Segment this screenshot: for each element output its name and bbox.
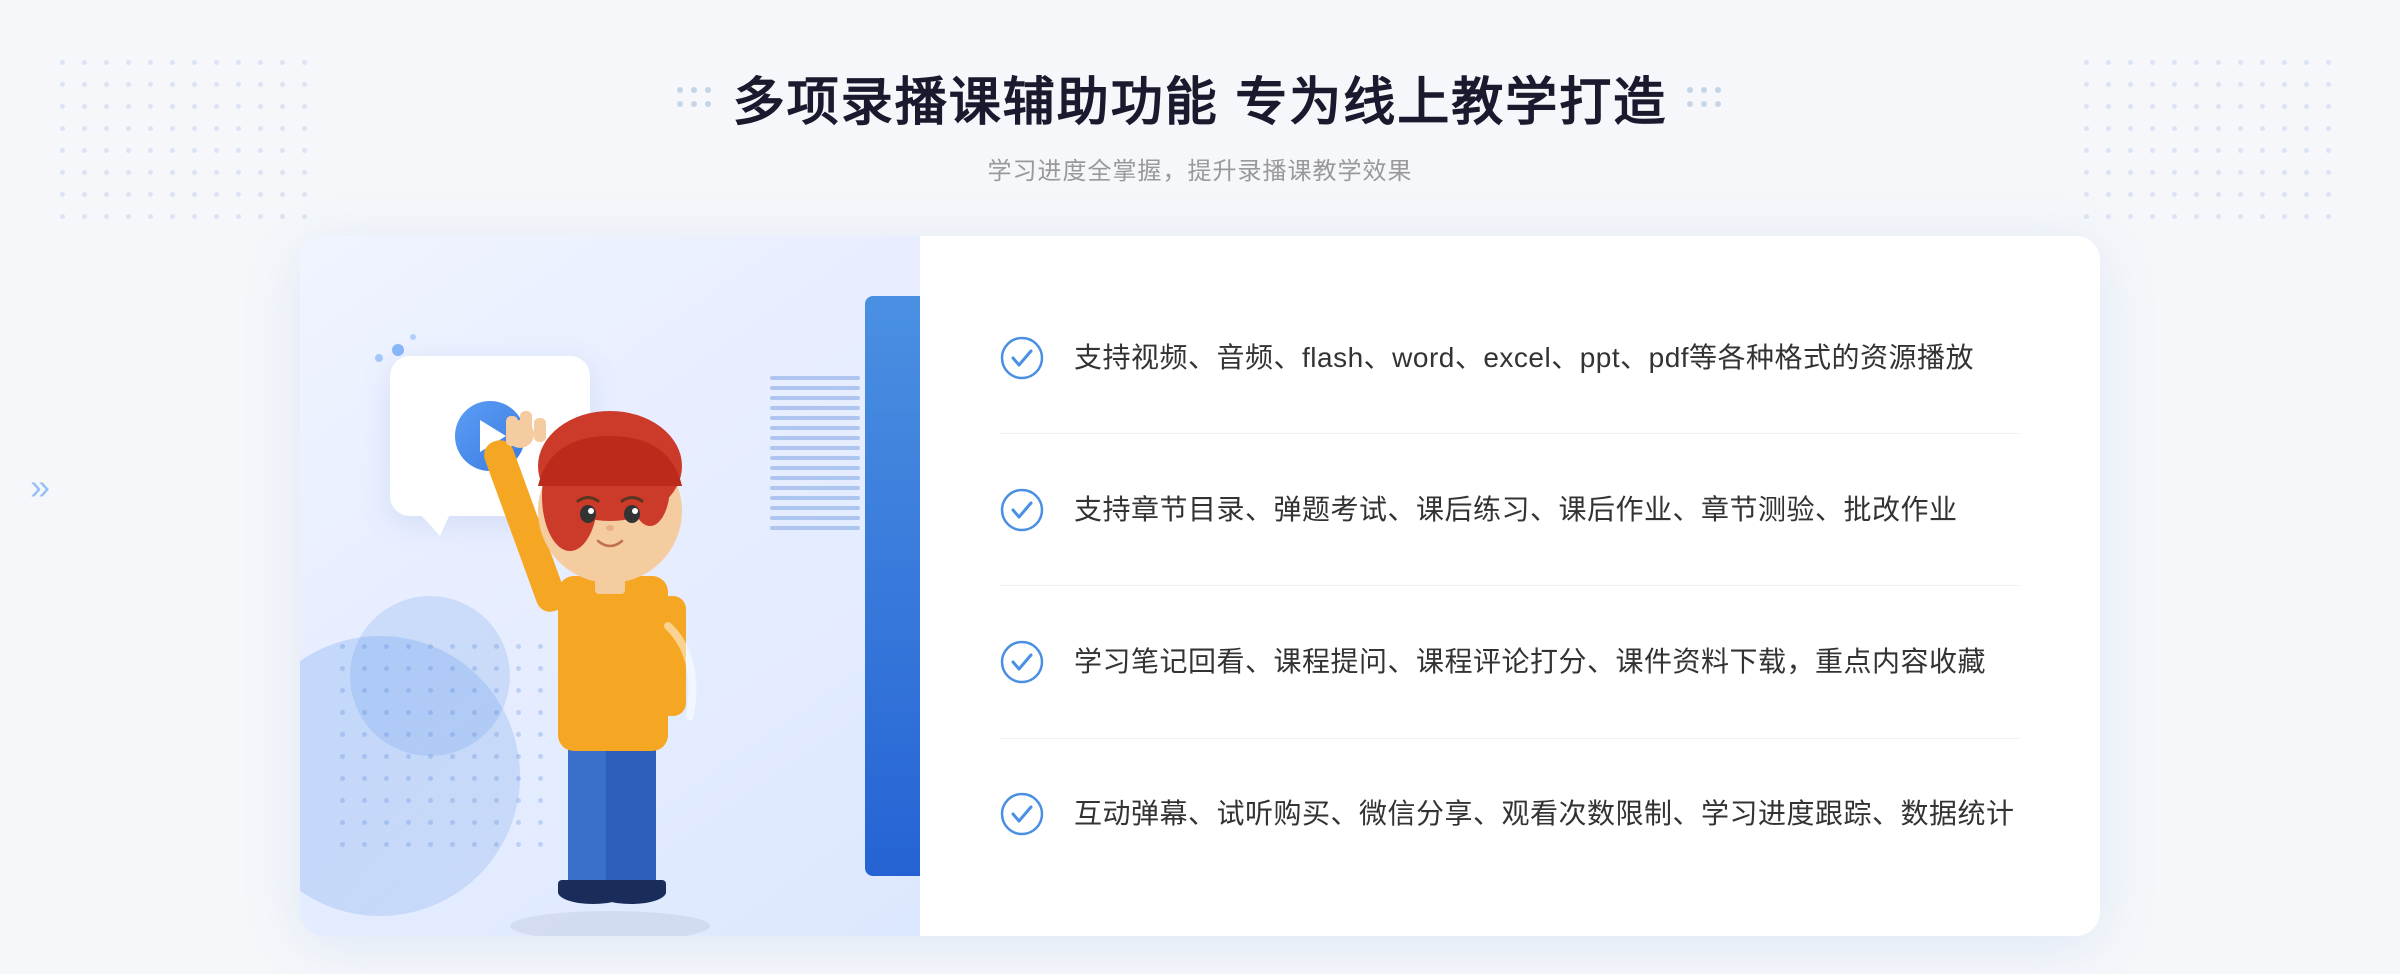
feature-text-1: 支持视频、音频、flash、word、excel、ppt、pdf等各种格式的资源…	[1074, 334, 1974, 382]
blue-accent-bar	[865, 296, 920, 876]
main-content-card: (function(){ var c = document.currentScr…	[300, 236, 2100, 936]
page-title: 多项录播课辅助功能 专为线上教学打造	[733, 60, 1667, 135]
feature-item-3: 学习笔记回看、课程提问、课程评论打分、课件资料下载，重点内容收藏	[1000, 614, 2020, 710]
left-deco-arrows: »	[30, 469, 50, 505]
check-circle-icon-4	[1000, 792, 1044, 836]
sparkle-3	[410, 334, 416, 340]
sparkle-2	[375, 354, 383, 362]
feature-item-1: 支持视频、音频、flash、word、excel、ppt、pdf等各种格式的资源…	[1000, 310, 2020, 406]
feature-text-4: 互动弹幕、试听购买、微信分享、观看次数限制、学习进度跟踪、数据统计	[1074, 790, 2015, 838]
check-circle-icon-3	[1000, 640, 1044, 684]
right-features-panel: 支持视频、音频、flash、word、excel、ppt、pdf等各种格式的资源…	[920, 236, 2100, 936]
page-wrapper: (function(){ var c = document.currentScr…	[0, 0, 2400, 974]
bg-dots-top-left: (function(){ var c = document.currentScr…	[60, 60, 316, 228]
left-illustration-panel: (function(){ var c = document.currentScr…	[300, 236, 920, 936]
bg-dots-top-right: (function(){ var c = document.currentScr…	[2084, 60, 2340, 228]
feature-item-4: 互动弹幕、试听购买、微信分享、观看次数限制、学习进度跟踪、数据统计	[1000, 766, 2020, 862]
header-deco-dots-right: (function(){ var c = document.currentScr…	[1687, 87, 1723, 109]
check-circle-icon-1	[1000, 336, 1044, 380]
page-subtitle: 学习进度全掌握，提升录播课教学效果	[677, 151, 1723, 186]
girl-illustration	[410, 356, 810, 936]
divider-3	[1000, 738, 2020, 739]
chevron-right-icon: »	[30, 469, 50, 505]
feature-text-2: 支持章节目录、弹题考试、课后练习、课后作业、章节测验、批改作业	[1074, 486, 1958, 534]
divider-2	[1000, 585, 2020, 586]
divider-1	[1000, 433, 2020, 434]
feature-text-3: 学习笔记回看、课程提问、课程评论打分、课件资料下载，重点内容收藏	[1074, 638, 1986, 686]
sparkle-1	[392, 344, 404, 356]
header-deco-dots-left: (function(){ var c = document.currentScr…	[677, 87, 713, 109]
header-section: (function(){ var c = document.currentScr…	[677, 60, 1723, 186]
title-row: (function(){ var c = document.currentScr…	[677, 60, 1723, 135]
check-circle-icon-2	[1000, 488, 1044, 532]
feature-item-2: 支持章节目录、弹题考试、课后练习、课后作业、章节测验、批改作业	[1000, 462, 2020, 558]
